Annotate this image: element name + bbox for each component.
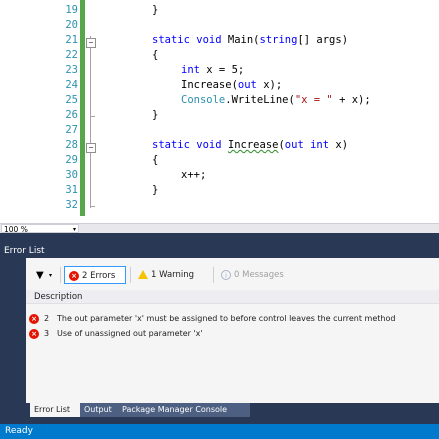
collapse-main-icon[interactable]: −: [86, 38, 96, 48]
line-number: 23: [65, 64, 78, 76]
outline-end-mark: [90, 116, 95, 117]
line-number: 22: [65, 49, 78, 61]
code-line-28: static void Increase(out int x): [152, 139, 349, 151]
warning-icon: [138, 270, 148, 279]
error-icon: ×: [29, 314, 39, 324]
line-number: 26: [65, 109, 78, 121]
toolbar-separator: [60, 267, 61, 283]
errors-count-label: 2 Errors: [82, 271, 116, 281]
error-number: 2: [44, 314, 50, 323]
line-number: 19: [65, 4, 78, 16]
error-row[interactable]: × 2 The out parameter 'x' must be assign…: [26, 312, 439, 326]
error-message: Use of unassigned out parameter 'x': [57, 329, 203, 338]
error-number: 3: [44, 329, 50, 338]
filter-dropdown-icon[interactable]: ▾: [49, 272, 52, 279]
code-editor[interactable]: 19 20 21 22 23 24 25 26 27 28 29 30 31 3…: [0, 0, 439, 223]
warnings-count-label: 1 Warning: [151, 270, 195, 280]
line-number: 20: [65, 19, 78, 31]
code-line-25: Console.WriteLine("x = " + x);: [181, 94, 371, 106]
code-line-26: }: [152, 109, 159, 121]
line-number: 27: [65, 124, 78, 136]
line-number: 28: [65, 139, 78, 151]
outline-guide: [90, 36, 91, 208]
code-line-21: static void Main(string[] args): [152, 34, 349, 46]
line-number: 25: [65, 94, 78, 106]
tab-error-list[interactable]: Error List: [30, 403, 80, 417]
code-line-22: {: [152, 49, 159, 61]
outline-end-mark: [90, 206, 95, 207]
code-line-23: int x = 5;: [181, 64, 245, 76]
info-icon: i: [221, 269, 231, 280]
line-number: 31: [65, 184, 78, 196]
warnings-filter-button[interactable]: 1 Warning: [138, 266, 208, 284]
line-number: 21: [65, 34, 78, 46]
code-line-30: x++;: [181, 169, 207, 181]
collapse-increase-icon[interactable]: −: [86, 143, 96, 153]
description-column-header[interactable]: Description: [26, 290, 439, 304]
toolbar-separator: [130, 267, 131, 283]
code-line-31: }: [152, 184, 159, 196]
code-line-19: }: [152, 4, 159, 16]
tab-output[interactable]: Output: [80, 403, 118, 417]
code-line-24: Increase(out x);: [181, 79, 283, 91]
toolbar-separator: [213, 267, 214, 283]
line-number: 29: [65, 154, 78, 166]
error-squiggle[interactable]: Increase: [228, 139, 279, 151]
messages-filter-button[interactable]: i0 Messages: [221, 266, 301, 284]
status-text: Ready: [5, 426, 33, 436]
tab-package-manager-console[interactable]: Package Manager Console: [118, 403, 250, 417]
filter-icon[interactable]: ▼: [36, 270, 44, 281]
error-icon: ×: [29, 329, 39, 339]
errors-filter-button[interactable]: × 2 Errors: [64, 266, 126, 284]
line-number: 32: [65, 199, 78, 211]
code-line-29: {: [152, 154, 159, 166]
line-number-gutter: 19 20 21 22 23 24 25 26 27 28 29 30 31 3…: [0, 0, 78, 223]
error-message: The out parameter 'x' must be assigned t…: [57, 314, 396, 323]
error-list-title[interactable]: Error List: [0, 244, 439, 258]
messages-count-label: 0 Messages: [234, 270, 284, 280]
error-row[interactable]: × 3 Use of unassigned out parameter 'x': [26, 327, 439, 341]
status-bar: Ready: [0, 424, 439, 439]
zoom-select[interactable]: 100 % ▾: [1, 224, 79, 234]
panel-gap: [0, 417, 439, 424]
error-icon: ×: [69, 270, 79, 281]
line-number: 24: [65, 79, 78, 91]
line-number: 30: [65, 169, 78, 181]
change-tracking-bar: [80, 0, 85, 216]
